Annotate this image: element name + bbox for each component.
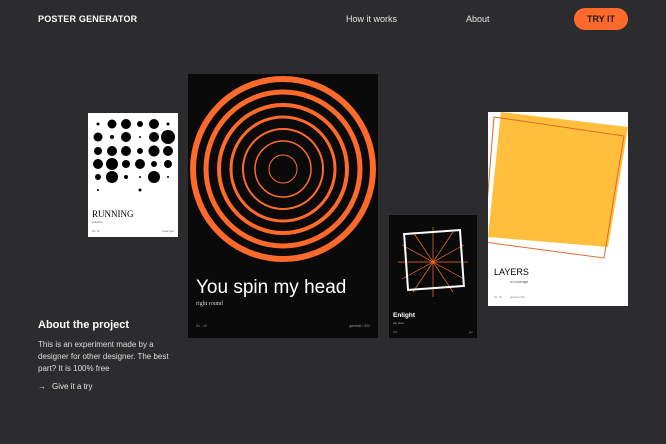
arrow-right-icon: → (38, 382, 46, 391)
nav-link-about[interactable]: About (466, 14, 490, 24)
give-it-a-try-label: Give it a try (52, 382, 93, 391)
poster-layers-title: LAYERS (494, 267, 529, 277)
poster-enlight-footer-left: 001 (393, 331, 398, 334)
poster-spin-subtitle: right round (196, 301, 223, 307)
poster-layers-subtitle: In coverage (510, 280, 529, 284)
poster-spin-footer-left: 01 · 10 (196, 324, 207, 328)
about-body: This is an experiment made by a designer… (38, 340, 169, 373)
poster-enlight-footer-right: gen (468, 331, 473, 334)
poster-enlight-subtitle: the idea (393, 321, 404, 325)
try-it-button[interactable]: TRY IT (574, 8, 628, 30)
poster-running[interactable]: RUNNING practice 01 / 10 poster gen (88, 113, 178, 237)
poster-running-title: RUNNING (92, 209, 134, 219)
poster-layers-footer-right: generat / 001 (510, 296, 525, 299)
poster-enlight[interactable]: Enlight the idea 001 gen (389, 215, 477, 338)
poster-spin-footer-right: generat / 001 (349, 324, 370, 328)
poster-running-subtitle: practice (92, 220, 103, 224)
poster-spin-title: You spin my head (196, 277, 347, 298)
poster-spin[interactable]: You spin my head right round 01 · 10 gen… (188, 74, 378, 338)
nav-link-how-it-works[interactable]: How it works (346, 14, 397, 24)
poster-running-footer-left: 01 / 10 (92, 230, 100, 233)
poster-running-footer-right: poster gen (162, 230, 174, 233)
poster-enlight-title: Enlight (393, 312, 416, 319)
poster-layers[interactable]: LAYERS In coverage 01 · 10 generat / 001 (488, 112, 628, 306)
give-it-a-try-link[interactable]: → Give it a try (38, 382, 92, 391)
nav-logo[interactable]: POSTER GENERATOR (38, 14, 137, 24)
starburst-graphic (398, 227, 468, 297)
poster-layers-footer-left: 01 · 10 (494, 296, 502, 299)
about-title: About the project (38, 319, 130, 331)
